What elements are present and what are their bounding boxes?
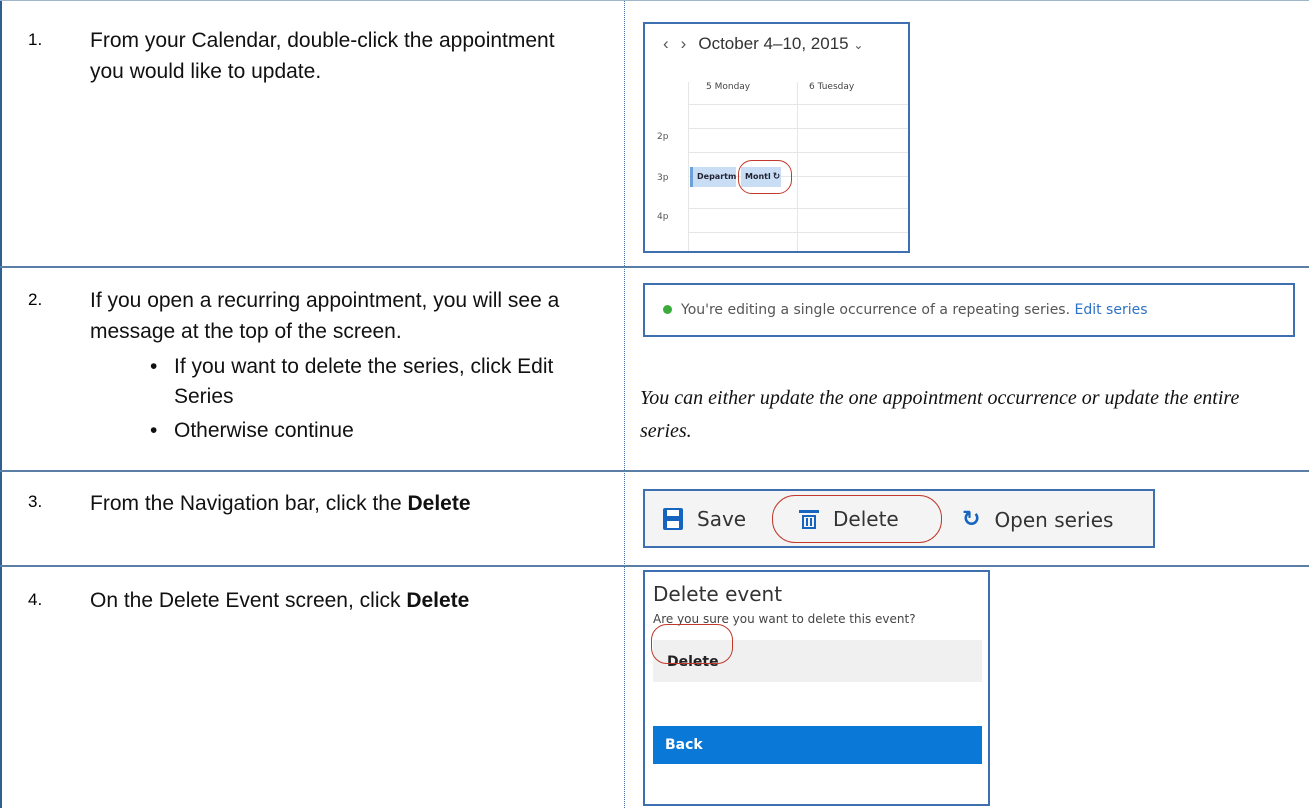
chevron-down-icon[interactable]: ⌄ (853, 38, 863, 52)
highlight-circle (651, 624, 733, 664)
step-text: From the Navigation bar, click the Delet… (90, 488, 610, 519)
step-number: 1. (28, 30, 43, 49)
save-button[interactable]: Save (663, 507, 746, 531)
calendar-time-label: 4p (657, 212, 669, 222)
highlight-circle (738, 160, 792, 194)
calendar-time-label: 3p (657, 173, 669, 183)
column-divider (624, 0, 625, 808)
step-text: On the Delete Event screen, click Delete (90, 585, 610, 616)
edit-series-link[interactable]: Edit series (1075, 302, 1148, 318)
calendar-nav: ‹ › October 4–10, 2015 ⌄ (663, 34, 863, 54)
row-divider (0, 565, 1309, 567)
step-number: 4. (28, 590, 43, 609)
delete-dialog-screenshot: Delete event Are you sure you want to de… (643, 570, 990, 806)
calendar-gridline (797, 82, 798, 251)
calendar-event[interactable]: Departm (690, 167, 736, 187)
row-divider (0, 0, 1309, 1)
toolbar-screenshot: Save Delete ↻ Open series (643, 489, 1155, 548)
chevron-right-icon[interactable]: › (681, 34, 687, 53)
row-divider (0, 470, 1309, 472)
series-banner-screenshot: You're editing a single occurrence of a … (643, 283, 1295, 337)
calendar-time-label: 2p (657, 132, 669, 142)
calendar-day-header: 6 Tuesday (809, 82, 855, 92)
calendar-gridline (688, 208, 908, 209)
calendar-gridline (688, 232, 908, 233)
save-icon (663, 508, 683, 530)
sync-icon: ↻ (962, 507, 981, 532)
step-bullets: If you want to delete the series, click … (150, 352, 610, 446)
step-text-bold: Delete (407, 492, 471, 515)
series-banner-message: You're editing a single occurrence of a … (681, 302, 1071, 318)
chevron-left-icon[interactable]: ‹ (663, 34, 669, 53)
bullet-item: Otherwise continue (150, 416, 610, 446)
calendar-screenshot: ‹ › October 4–10, 2015 ⌄ 5 Monday 6 Tuesda… (643, 22, 910, 253)
row-divider (0, 266, 1309, 268)
calendar-day-header: 5 Monday (706, 82, 751, 92)
dialog-title: Delete event (653, 582, 783, 606)
calendar-gridline (688, 82, 689, 251)
highlight-circle (772, 495, 942, 543)
open-series-label: Open series (994, 507, 1114, 532)
dialog-back-button[interactable]: Back (653, 726, 982, 764)
step-text-prefix: On the Delete Event screen, click (90, 589, 407, 612)
calendar-range-title[interactable]: October 4–10, 2015 (698, 34, 848, 53)
step-number: 2. (28, 290, 43, 309)
dialog-back-label: Back (665, 737, 703, 753)
step-text: From your Calendar, double-click the app… (90, 29, 555, 83)
step-text-bold: Delete (406, 589, 470, 612)
save-label: Save (697, 507, 747, 531)
open-series-button[interactable]: ↻ Open series (962, 507, 1113, 532)
table-border-left (0, 0, 2, 808)
calendar-gridline (688, 104, 908, 105)
calendar-gridline (688, 152, 908, 153)
step-text-prefix: From the Navigation bar, click the (90, 492, 408, 515)
series-banner-text: You're editing a single occurrence of a … (681, 302, 1148, 318)
step-text: If you open a recurring appointment, you… (90, 289, 560, 343)
status-dot-icon (663, 305, 672, 314)
calendar-gridline (688, 128, 908, 129)
series-note: You can either update the one appointmen… (640, 387, 1240, 442)
bullet-item: If you want to delete the series, click … (150, 352, 610, 412)
step-number: 3. (28, 492, 43, 511)
